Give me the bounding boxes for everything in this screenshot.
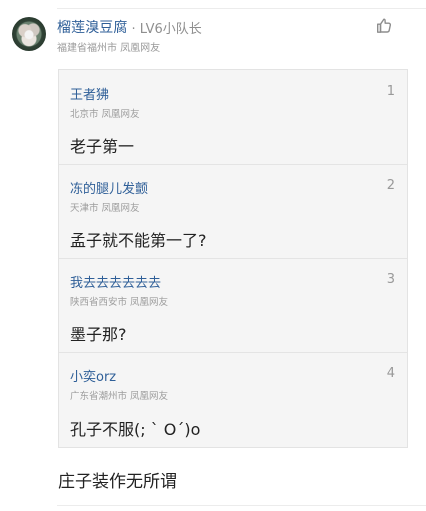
quote-location: 陕西省西安市 凤凰网友 <box>70 297 169 308</box>
quote-username[interactable]: 小奕orz <box>70 366 116 385</box>
quote-floor-number: 2 <box>386 178 395 193</box>
quote-text: 墨子那? <box>70 325 127 344</box>
quote-item: 王者狒 1 北京市 凤凰网友 老子第一 <box>59 70 407 165</box>
quote-floor-number: 4 <box>386 366 395 381</box>
quote-username[interactable]: 王者狒 <box>70 84 109 103</box>
comment-header: 榴莲溴豆腐 · LV6小队长 <box>57 17 202 37</box>
quote-username[interactable]: 我去去去去去去 <box>70 272 161 291</box>
comment-location: 福建省福州市 凤凰网友 <box>57 43 161 54</box>
quote-location: 北京市 凤凰网友 <box>70 109 140 120</box>
quote-item: 我去去去去去去 3 陕西省西安市 凤凰网友 墨子那? <box>59 258 407 353</box>
quote-text: 老子第一 <box>70 137 135 156</box>
quote-location: 广东省潮州市 凤凰网友 <box>70 391 169 402</box>
user-avatar[interactable] <box>12 17 46 51</box>
quote-text: 孔子不服(; ` O´)o <box>70 420 201 439</box>
user-level: · LV6小队长 <box>131 21 202 37</box>
quote-floor-number: 1 <box>386 84 395 99</box>
quote-text: 孟子就不能第一了? <box>70 231 207 250</box>
quoted-replies: 王者狒 1 北京市 凤凰网友 老子第一 冻的腿儿发颤 2 天津市 凤凰网友 孟子… <box>58 69 408 448</box>
quote-location: 天津市 凤凰网友 <box>70 203 140 214</box>
comment-username[interactable]: 榴莲溴豆腐 <box>57 17 128 37</box>
quote-item: 冻的腿儿发颤 2 天津市 凤凰网友 孟子就不能第一了? <box>59 164 407 259</box>
quote-floor-number: 3 <box>386 272 395 287</box>
bottom-divider <box>57 505 426 506</box>
thumbs-up-icon[interactable] <box>374 16 394 36</box>
comment-reply-text: 庄子装作无所谓 <box>58 472 177 492</box>
quote-username[interactable]: 冻的腿儿发颤 <box>70 178 148 197</box>
quote-item: 小奕orz 4 广东省潮州市 凤凰网友 孔子不服(; ` O´)o <box>59 352 407 447</box>
top-divider <box>57 8 426 9</box>
